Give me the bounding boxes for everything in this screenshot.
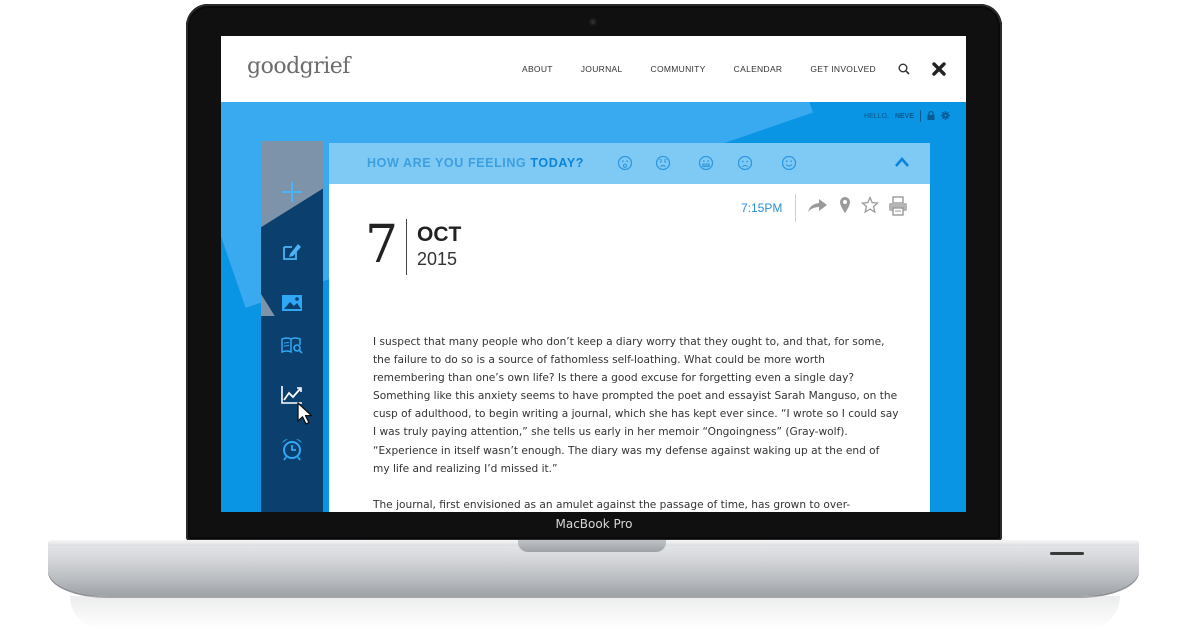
greeting-text: HELLO, [864, 112, 889, 120]
search-icon[interactable] [898, 63, 910, 75]
mood-bar: HOW ARE YOU FEELING TODAY? [329, 143, 930, 184]
entry-paragraph: I suspect that many people who don’t kee… [373, 336, 899, 475]
laptop-base [48, 540, 1139, 596]
nav-about[interactable]: ABOUT [522, 64, 553, 74]
share-icon[interactable] [807, 196, 829, 214]
star-icon[interactable] [861, 196, 879, 214]
nav-calendar[interactable]: CALENDAR [734, 64, 783, 74]
toolbar-divider [795, 194, 796, 222]
close-icon[interactable] [932, 62, 946, 76]
date-divider [406, 219, 407, 275]
nav-community[interactable]: COMMUNITY [651, 64, 706, 74]
book-search-icon[interactable] [261, 327, 323, 363]
chevron-up-icon[interactable] [894, 156, 910, 168]
entry-paragraph: The journal, first envisioned as an amul… [373, 498, 851, 511]
alarm-clock-icon[interactable] [261, 431, 323, 467]
camera-icon [589, 18, 597, 26]
journal-entry-text[interactable]: I suspect that many people who don’t kee… [373, 333, 899, 512]
nav-journal[interactable]: JOURNAL [581, 64, 623, 74]
user-name[interactable]: NEVE [895, 113, 914, 120]
main-nav: ABOUT JOURNAL COMMUNITY CALENDAR GET INV… [494, 62, 946, 76]
grimace-face-icon[interactable] [698, 155, 714, 171]
sleep-indicator-light [1050, 552, 1084, 555]
nav-get-involved[interactable]: GET INVOLVED [810, 64, 876, 74]
entry-year: 2015 [417, 249, 458, 269]
location-icon[interactable] [839, 196, 851, 214]
device-model-label: MacBook Pro [555, 517, 633, 531]
print-icon[interactable] [888, 196, 908, 216]
entry-time: 7:15PM [741, 201, 783, 215]
sad-face-icon[interactable] [737, 155, 753, 171]
mood-prompt: HOW ARE YOU FEELING TODAY? [367, 156, 585, 170]
entry-month: OCT [417, 223, 462, 246]
lock-icon[interactable] [927, 110, 935, 122]
site-header: goodgrief ABOUT JOURNAL COMMUNITY CALEND… [221, 36, 966, 102]
site-logo[interactable]: goodgrief [247, 54, 350, 79]
happy-face-icon[interactable] [781, 155, 797, 171]
tool-sidebar [261, 141, 323, 512]
laptop-reflection [70, 596, 1120, 630]
entry-day: 7 [365, 215, 399, 275]
lid-notch [518, 540, 666, 552]
user-bar: HELLO, NEVE [864, 110, 950, 122]
surprised-face-icon[interactable] [617, 155, 633, 171]
image-icon[interactable] [261, 285, 323, 321]
worried-face-icon[interactable] [655, 155, 671, 171]
laptop-lid: goodgrief ABOUT JOURNAL COMMUNITY CALEND… [186, 4, 1002, 541]
settings-icon[interactable] [941, 110, 950, 122]
edit-note-icon[interactable] [261, 233, 323, 269]
mouse-cursor-icon [297, 402, 313, 425]
laptop-screen: goodgrief ABOUT JOURNAL COMMUNITY CALEND… [221, 36, 966, 512]
journal-panel: HOW ARE YOU FEELING TODAY? 7:15PM 7 OCT … [329, 143, 930, 512]
add-icon[interactable] [261, 174, 323, 210]
